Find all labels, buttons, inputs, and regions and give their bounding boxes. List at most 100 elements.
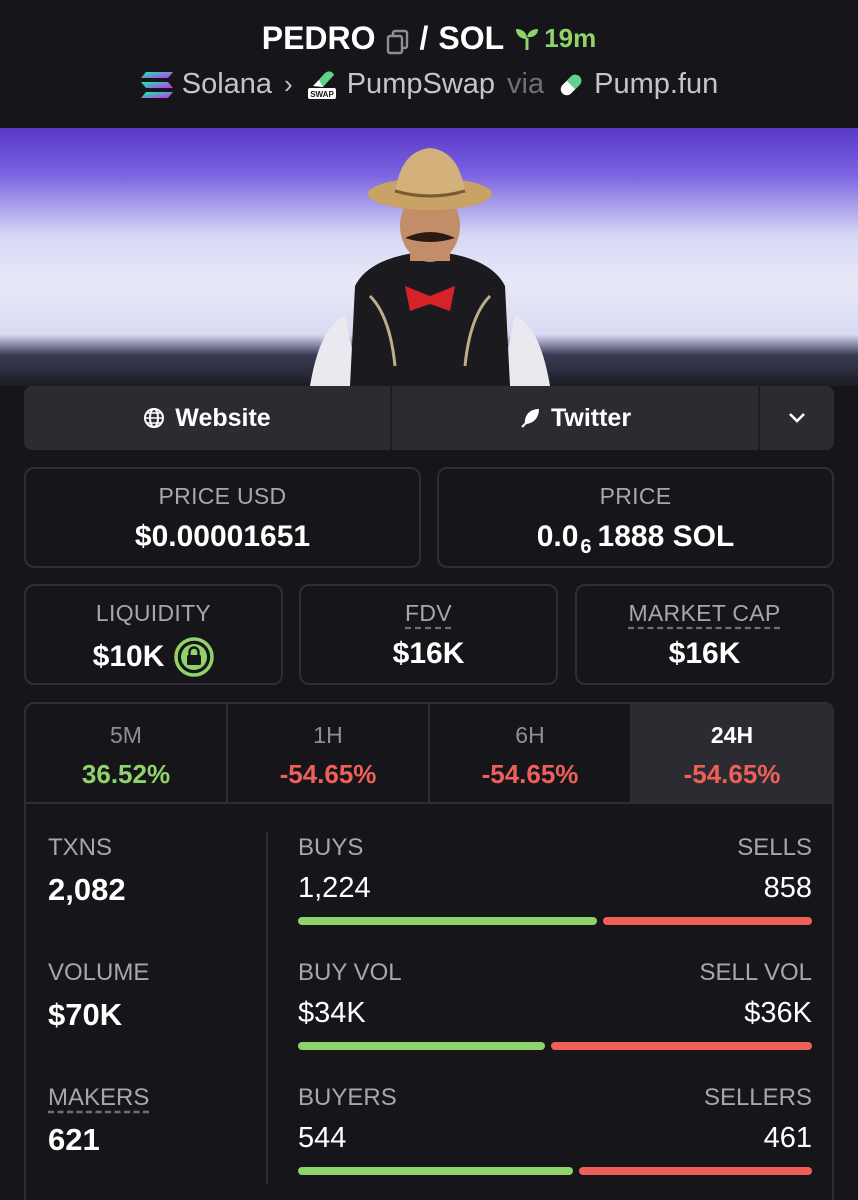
buy-vol-bar-fill — [298, 1042, 545, 1050]
tab-1h-change: -54.65% — [279, 759, 377, 789]
copy-icon[interactable] — [386, 26, 410, 54]
sells-label: SELLS — [737, 834, 812, 861]
fdv-label: FDV — [301, 600, 556, 627]
banner-figure — [310, 148, 550, 386]
buyers-value: 544 — [298, 1122, 347, 1154]
dex-name: PumpSwap — [346, 68, 496, 100]
tab-6h[interactable]: 6H -54.65% — [430, 704, 632, 802]
liquidity-amount: $10K — [92, 640, 165, 673]
more-links-button[interactable] — [760, 386, 834, 450]
makers-metric: MAKERS 621 — [48, 1084, 149, 1158]
makers-label: MAKERS — [48, 1084, 149, 1112]
tab-5m-label: 5M — [110, 722, 142, 748]
buy-vol-value: $34K — [298, 997, 366, 1029]
tab-1h-label: 1H — [313, 722, 343, 748]
txns-label: TXNS — [48, 834, 113, 861]
stats-divider — [266, 832, 268, 1184]
chevron-right-icon: › — [284, 69, 293, 99]
market-cap-label: MARKET CAP — [577, 600, 832, 627]
twitter-button[interactable]: Twitter — [392, 386, 760, 450]
volume-split-bar — [298, 1042, 812, 1050]
timeframe-tabs: 5M 36.52% 1H -54.65% 6H -54.65% 24H -54.… — [26, 704, 832, 804]
lock-icon[interactable] — [174, 637, 215, 677]
pair-title: PEDRO / SOL 19m — [0, 20, 858, 57]
globe-icon — [144, 408, 165, 428]
makers-label-text[interactable]: MAKERS — [48, 1084, 149, 1111]
tab-24h-change: -54.65% — [683, 759, 781, 789]
feather-icon — [521, 409, 539, 428]
market-cap-value: $16K — [668, 637, 741, 670]
pill-icon — [560, 74, 582, 95]
liquidity-label: LIQUIDITY — [95, 600, 212, 626]
market-cap-card: MARKET CAP $16K — [575, 584, 834, 685]
txns-metric: TXNS 2,082 — [48, 834, 126, 908]
buyers-label: BUYERS — [298, 1084, 397, 1111]
price-usd-value: $0.00001651 — [26, 520, 419, 554]
price-native-zero-count: 6 — [580, 535, 592, 558]
price-native-suffix: 1888 SOL — [597, 520, 735, 553]
sells-bar-fill — [603, 917, 812, 925]
buys-sells-row: BUYS SELLS 1,224 858 — [298, 834, 812, 925]
token-banner-image — [0, 128, 858, 386]
txns-value: 2,082 — [48, 872, 126, 907]
tab-5m-change: 36.52% — [81, 759, 171, 789]
twitter-label: Twitter — [550, 403, 632, 432]
buy-vol-label: BUY VOL — [298, 959, 402, 986]
volume-split-row: BUY VOL SELL VOL $34K $36K — [298, 959, 812, 1050]
volume-metric: VOLUME $70K — [48, 959, 149, 1033]
price-native-card: PRICE 0.0 6 1888 SOL — [437, 467, 834, 568]
tab-1h[interactable]: 1H -54.65% — [228, 704, 430, 802]
price-native-prefix: 0.0 — [536, 520, 579, 553]
volume-label: VOLUME — [48, 959, 150, 986]
price-native-value: 0.0 6 1888 SOL — [439, 520, 832, 558]
market-cap-label-text[interactable]: MARKET CAP — [628, 600, 780, 626]
token-symbol: PEDRO — [261, 20, 376, 56]
fdv-value: $16K — [392, 637, 465, 670]
launchpad-name: Pump.fun — [594, 68, 719, 100]
breadcrumb: Solana › SWAP PumpSwap via Pump.fun — [0, 68, 858, 101]
breadcrumb-dex[interactable]: SWAP PumpSwap — [305, 68, 495, 101]
pair-separator: / — [419, 20, 429, 56]
website-button[interactable]: Website — [24, 386, 392, 450]
buyers-bar-fill — [298, 1167, 573, 1175]
liquidity-card: LIQUIDITY $10K — [24, 584, 283, 685]
social-links-bar: Website Twitter — [24, 386, 834, 450]
liquidity-value: $10K — [26, 637, 281, 677]
buyers-sellers-row: BUYERS SELLERS 544 461 — [298, 1084, 812, 1175]
buys-value: 1,224 — [298, 872, 371, 904]
pair-header: PEDRO / SOL 19m Solana › SWAP PumpSwap v… — [0, 0, 858, 128]
tab-24h-label: 24H — [710, 722, 754, 748]
sprout-icon — [516, 28, 539, 50]
stats-panel: 5M 36.52% 1H -54.65% 6H -54.65% 24H -54.… — [24, 702, 834, 1200]
sell-vol-value: $36K — [744, 997, 812, 1029]
price-native-label: PRICE — [599, 483, 672, 509]
sell-vol-bar-fill — [551, 1042, 812, 1050]
via-text: via — [507, 68, 545, 100]
price-usd-card: PRICE USD $0.00001651 — [24, 467, 421, 568]
pumpswap-icon: SWAP — [307, 70, 336, 99]
tab-6h-change: -54.65% — [481, 759, 579, 789]
buys-bar-fill — [298, 917, 597, 925]
tab-24h[interactable]: 24H -54.65% — [632, 704, 832, 802]
pair-age: 19m — [514, 23, 596, 54]
buys-sells-bar — [298, 917, 812, 925]
sell-vol-label: SELL VOL — [699, 959, 812, 986]
breadcrumb-launchpad[interactable]: Pump.fun — [556, 68, 718, 101]
breadcrumb-chain[interactable]: Solana — [140, 68, 272, 101]
price-usd-label: PRICE USD — [158, 483, 287, 509]
sellers-label: SELLERS — [703, 1084, 812, 1111]
sellers-bar-fill — [579, 1167, 812, 1175]
tab-5m[interactable]: 5M 36.52% — [26, 704, 228, 802]
buys-label: BUYS — [298, 834, 364, 861]
tab-6h-label: 6H — [515, 722, 545, 748]
buyers-sellers-bar — [298, 1167, 812, 1175]
svg-text:SWAP: SWAP — [310, 90, 334, 99]
volume-value: $70K — [48, 997, 123, 1032]
solana-icon — [140, 71, 173, 98]
chain-name: Solana — [181, 68, 273, 100]
price-usd-amount: $0.00001651 — [134, 520, 311, 553]
quote-symbol: SOL — [438, 20, 505, 56]
chevron-down-icon — [789, 413, 805, 423]
makers-value: 621 — [48, 1122, 100, 1157]
fdv-label-text[interactable]: FDV — [405, 600, 452, 626]
